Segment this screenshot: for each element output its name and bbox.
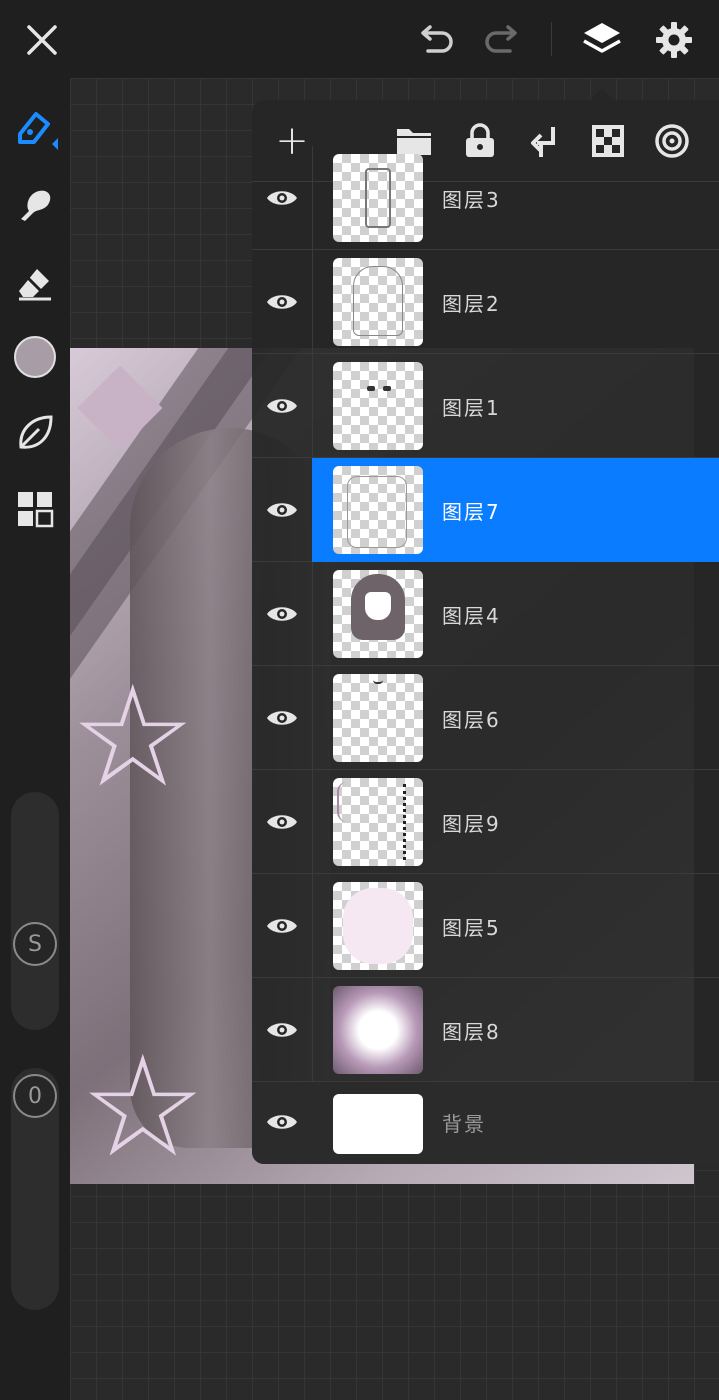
row-separator	[312, 354, 313, 458]
row-separator	[312, 770, 313, 874]
thumb-skin-mark	[343, 888, 413, 964]
left-toolbar: S 0	[0, 78, 70, 1400]
grid-tool-icon[interactable]	[10, 484, 60, 534]
thumb-sketch	[365, 168, 391, 228]
row-separator	[312, 978, 313, 1082]
layer-name: 图层5	[442, 916, 501, 940]
layer-name: 图层8	[442, 1020, 501, 1044]
visibility-eye-icon[interactable]	[264, 1012, 300, 1048]
thumb-sketch	[347, 476, 407, 548]
thumb-text-mark	[403, 784, 415, 860]
row-separator	[312, 146, 313, 250]
layer-thumbnail	[333, 986, 423, 1074]
visibility-eye-icon[interactable]	[264, 180, 300, 216]
layer-thumbnail	[333, 154, 423, 242]
thumb-face	[365, 592, 391, 620]
thumb-sketch	[353, 266, 403, 336]
layer-row[interactable]: 图层8	[252, 978, 719, 1082]
pen-tool-icon[interactable]	[10, 102, 60, 152]
toolbar-divider	[551, 22, 552, 56]
layer-thumbnail	[333, 362, 423, 450]
opacity-slider-knob[interactable]: 0	[13, 1074, 57, 1118]
thumb-eye-mark	[367, 386, 375, 391]
row-separator	[312, 874, 313, 978]
layer-row[interactable]: 图层6	[252, 666, 719, 770]
layer-thumbnail	[333, 258, 423, 346]
layer-thumbnail	[333, 466, 423, 554]
visibility-eye-icon[interactable]	[264, 908, 300, 944]
background-layer-row[interactable]: 背景	[252, 1082, 719, 1164]
panel-caret	[590, 88, 614, 100]
visibility-eye-icon[interactable]	[264, 700, 300, 736]
size-slider-knob[interactable]: S	[13, 922, 57, 966]
eraser-tool-icon[interactable]	[10, 258, 60, 308]
visibility-eye-icon[interactable]	[264, 1104, 300, 1140]
layer-thumbnail	[333, 778, 423, 866]
visibility-eye-icon[interactable]	[264, 284, 300, 320]
art-star: ☆	[70, 656, 196, 819]
layer-thumbnail	[333, 570, 423, 658]
size-slider[interactable]	[11, 792, 59, 1030]
row-separator	[312, 250, 313, 354]
layer-row[interactable]: 图层2	[252, 250, 719, 354]
layer-name: 图层6	[442, 708, 501, 732]
row-separator	[312, 562, 313, 666]
layer-row[interactable]: 图层5	[252, 874, 719, 978]
layer-row[interactable]: 图层3	[252, 146, 719, 250]
gear-icon[interactable]	[648, 14, 700, 66]
layers-panel: + 图层3 图层2 图层1 图层7 图层4 图层6 图层9 图层5 图层8 背景	[252, 100, 719, 1164]
layer-thumbnail	[333, 882, 423, 970]
thumb-stroke-mark	[337, 782, 357, 822]
close-icon[interactable]	[18, 16, 66, 64]
visibility-eye-icon[interactable]	[264, 388, 300, 424]
visibility-eye-icon[interactable]	[264, 596, 300, 632]
layer-name: 图层7	[442, 500, 501, 524]
layer-name: 图层9	[442, 812, 501, 836]
top-bar	[0, 0, 719, 78]
current-color	[14, 336, 56, 378]
layer-name: 图层3	[442, 188, 501, 212]
layers-icon[interactable]	[576, 14, 628, 66]
leaf-tool-icon[interactable]	[10, 408, 60, 458]
layer-row[interactable]: 图层4	[252, 562, 719, 666]
art-star: ☆	[80, 1026, 206, 1184]
layer-row-selected[interactable]: 图层7	[252, 458, 719, 562]
layer-thumbnail	[333, 674, 423, 762]
layer-name: 图层2	[442, 292, 501, 316]
row-separator	[312, 666, 313, 770]
layer-name: 背景	[442, 1112, 486, 1136]
visibility-eye-icon[interactable]	[264, 492, 300, 528]
visibility-eye-icon[interactable]	[264, 804, 300, 840]
layer-row[interactable]: 图层9	[252, 770, 719, 874]
color-swatch[interactable]	[10, 332, 60, 382]
undo-icon[interactable]	[412, 16, 460, 64]
redo-icon[interactable]	[478, 16, 526, 64]
layer-name: 图层1	[442, 396, 501, 420]
thumb-mouth-mark	[373, 680, 383, 684]
layer-name: 图层4	[442, 604, 501, 628]
layer-row[interactable]: 图层1	[252, 354, 719, 458]
thumb-eye-mark	[383, 386, 391, 391]
layer-thumbnail	[333, 1094, 423, 1154]
smudge-tool-icon[interactable]	[10, 180, 60, 230]
